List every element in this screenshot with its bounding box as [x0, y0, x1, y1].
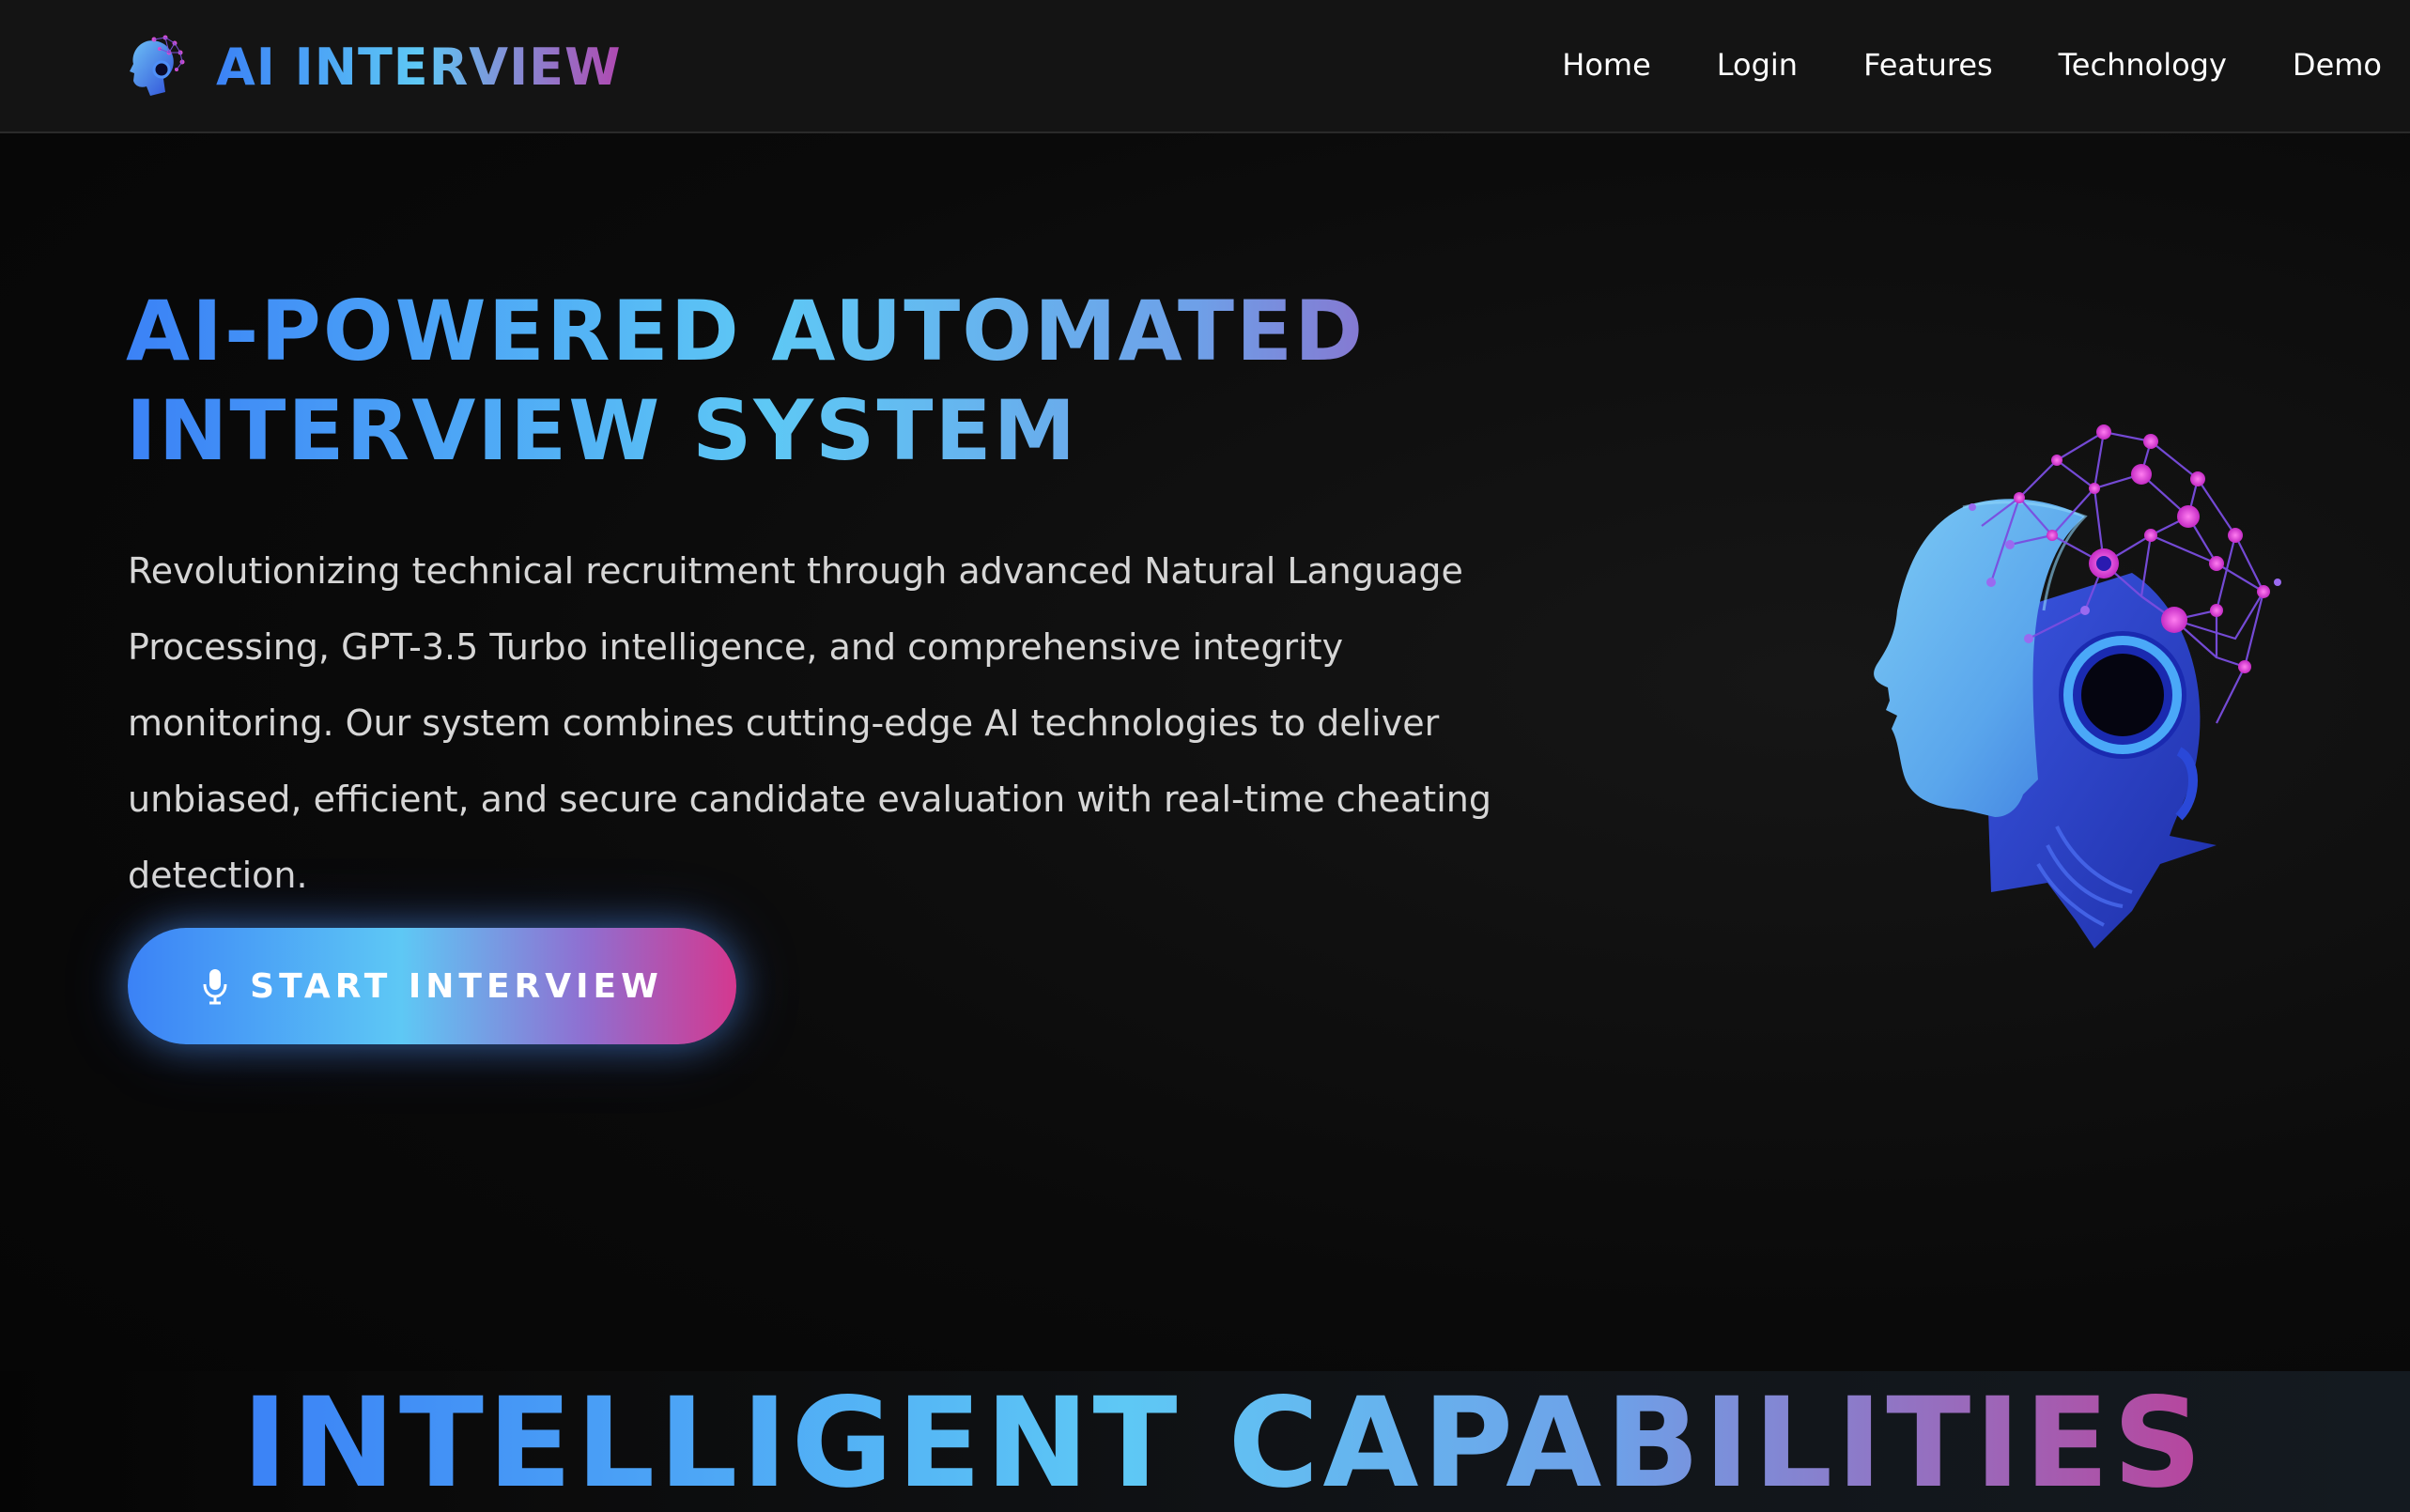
hero-description: Revolutionizing technical recruitment th… — [128, 550, 1491, 896]
ai-robot-head-illustration — [1874, 424, 2281, 949]
nav-demo-link[interactable]: Demo — [2293, 47, 2382, 83]
nav-home-link[interactable]: Home — [1562, 47, 1651, 83]
brand[interactable]: AI INTERVIEW — [126, 32, 622, 101]
microphone-icon — [203, 969, 227, 1005]
nav-login-link[interactable]: Login — [1717, 47, 1798, 83]
navbar: AI INTERVIEW Home Login Features Technol… — [0, 0, 2410, 133]
capabilities-title-text: INTELLIGENT CAPABILITIES — [241, 1371, 2205, 1512]
hero-title: AI-POWERED AUTOMATED INTERVIEW SYSTEM — [126, 282, 1553, 481]
hero-title-line-2: INTERVIEW SYSTEM — [126, 382, 1078, 479]
start-interview-button[interactable]: START INTERVIEW — [128, 928, 736, 1044]
brand-name: AI INTERVIEW — [216, 37, 622, 97]
main-nav: Home Login Features Technology Demo — [1496, 0, 2382, 130]
nav-features-link[interactable]: Features — [1863, 47, 1993, 83]
ai-head-logo-icon — [130, 35, 185, 96]
hero-title-line-1: AI-POWERED AUTOMATED — [126, 283, 1366, 379]
start-interview-label: START INTERVIEW — [250, 966, 663, 1006]
capabilities-section-title: INTELLIGENT CAPABILITIES — [0, 1373, 2410, 1512]
nav-technology-link[interactable]: Technology — [2059, 47, 2227, 83]
page: AI INTERVIEW Home Login Features Technol… — [0, 0, 2410, 1512]
